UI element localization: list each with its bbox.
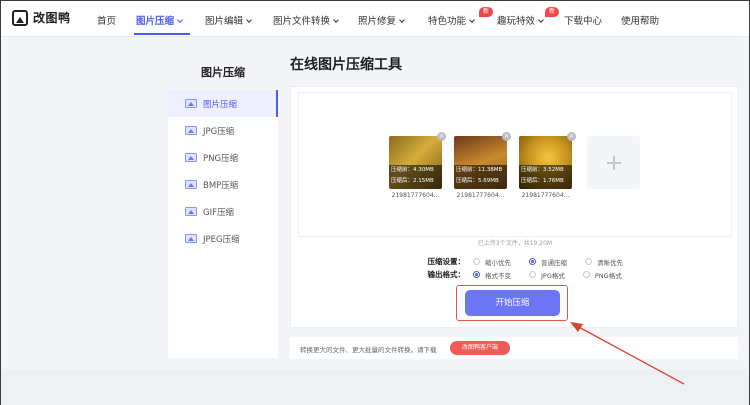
arrow-shaft <box>574 324 685 385</box>
annotation-arrow <box>570 322 685 385</box>
arrow-head <box>570 322 583 332</box>
